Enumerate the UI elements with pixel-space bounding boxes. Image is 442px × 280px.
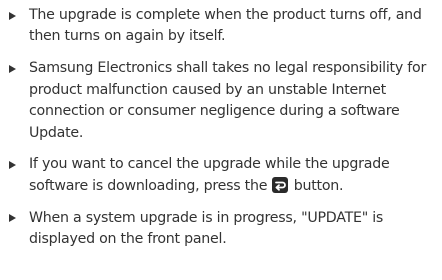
note-item: When a system upgrade is in progress, "U… <box>7 208 437 251</box>
bullet-icon <box>9 214 16 223</box>
bullet-icon <box>9 11 16 20</box>
note-item: Samsung Electronics shall takes no legal… <box>7 58 437 144</box>
bullet-icon <box>9 64 16 73</box>
note-item: If you want to cancel the upgrade while … <box>7 154 437 197</box>
bullet-icon <box>9 160 16 169</box>
note-text: When a system upgrade is in progress, "U… <box>29 209 384 248</box>
note-text-after-icon: button. <box>289 177 344 194</box>
notes-list: The upgrade is complete when the product… <box>7 5 437 261</box>
note-item: The upgrade is complete when the product… <box>7 5 437 48</box>
return-button-icon <box>272 176 289 193</box>
note-text: The upgrade is complete when the product… <box>29 7 422 45</box>
note-text: Samsung Electronics shall takes no legal… <box>29 60 427 141</box>
